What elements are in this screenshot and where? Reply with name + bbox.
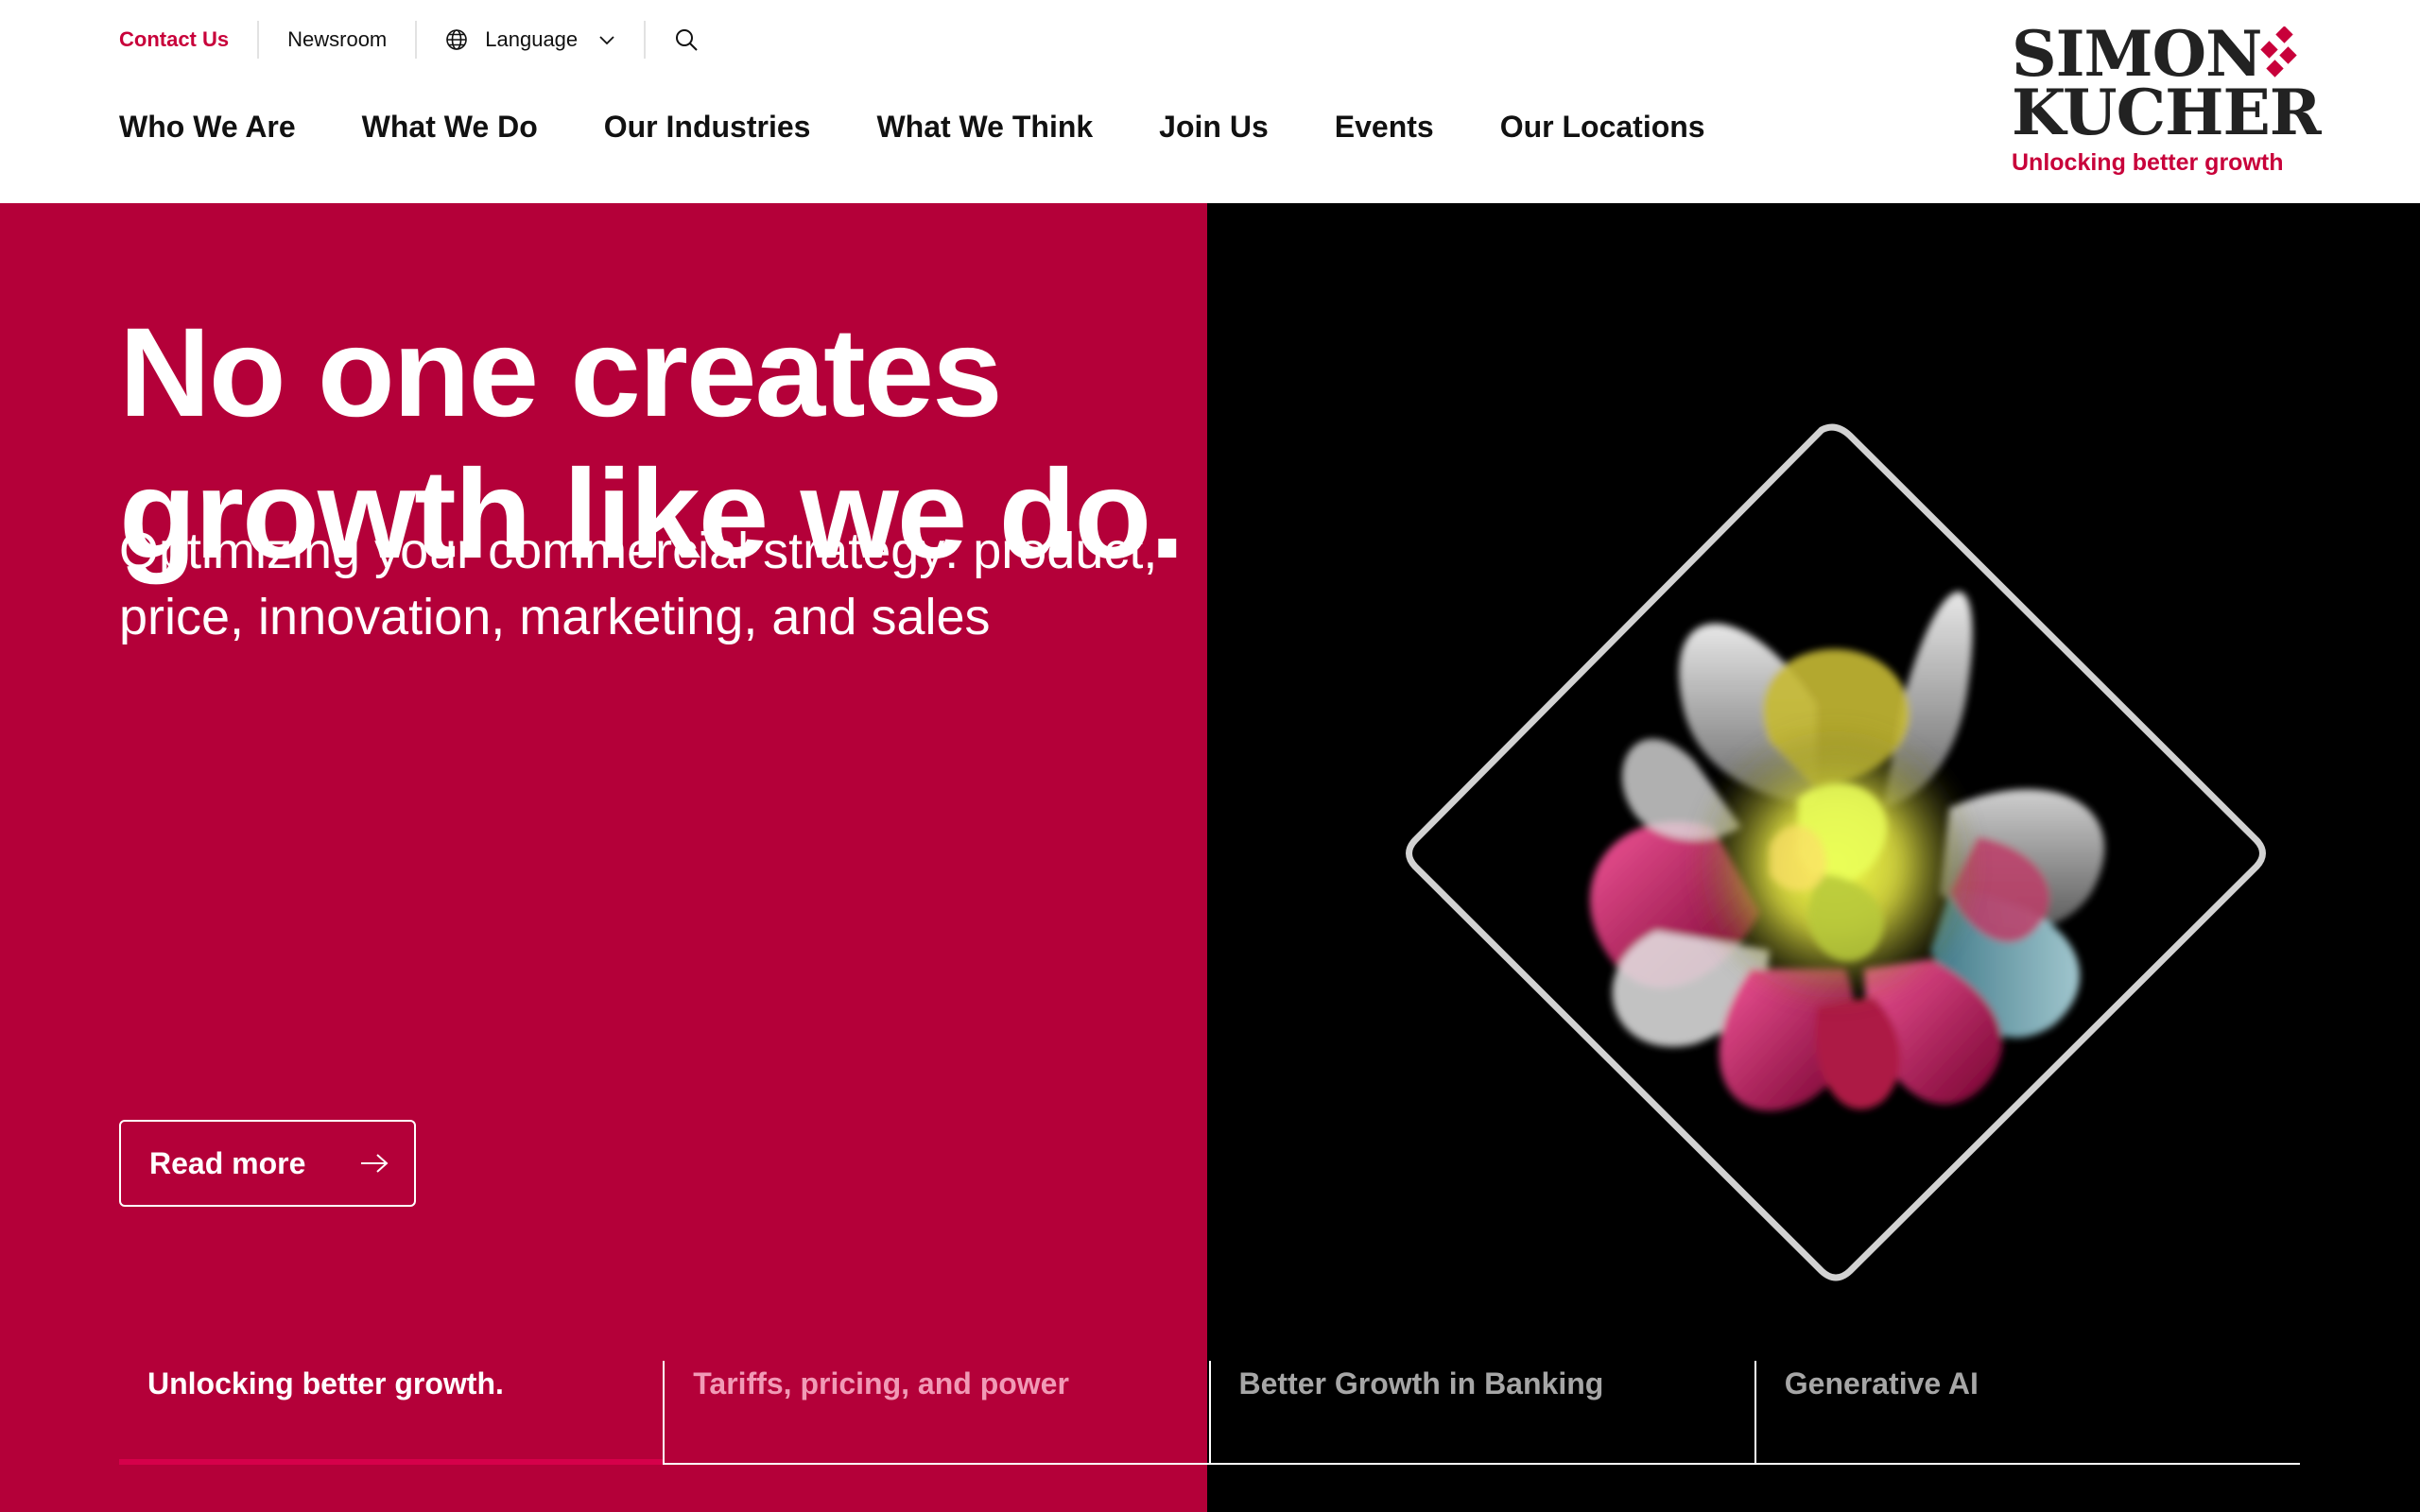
hero-subheadline: Optimizing your commercial strategy: pro… <box>119 523 1158 645</box>
read-more-button[interactable]: Read more <box>119 1120 416 1207</box>
carousel-tab-tariffs[interactable]: Tariffs, pricing, and power <box>663 1361 1208 1463</box>
arrow-right-icon <box>361 1154 389 1173</box>
logo-diamond-icon <box>2260 26 2297 77</box>
utility-bar: Contact Us Newsroom Language <box>119 21 727 59</box>
carousel-tab-label: Better Growth in Banking <box>1238 1366 1604 1400</box>
carousel-progress-bar <box>119 1459 664 1465</box>
site-header: Contact Us Newsroom Language Who We Are … <box>0 0 2420 203</box>
carousel-tab-unlocking-growth[interactable]: Unlocking better growth. <box>119 1361 664 1465</box>
carousel-tab-banking[interactable]: Better Growth in Banking <box>1208 1361 1754 1463</box>
newsroom-link[interactable]: Newsroom <box>259 21 418 59</box>
simon-kucher-logo[interactable]: SIMON KUCHER Unlocking better growth <box>2012 23 2322 176</box>
language-label: Language <box>485 27 579 51</box>
contact-us-label: Contact Us <box>119 27 230 51</box>
logo-line-2: KUCHER <box>2012 76 2322 149</box>
carousel-tab-label: Tariffs, pricing, and power <box>693 1366 1069 1400</box>
search-button[interactable] <box>646 21 727 59</box>
carousel-tab-label: Generative AI <box>1784 1366 1979 1400</box>
globe-icon <box>446 29 468 50</box>
chevron-down-icon <box>599 36 614 45</box>
nav-who-we-are[interactable]: Who We Are <box>119 110 296 145</box>
main-nav: Who We Are What We Do Our Industries Wha… <box>119 110 1705 145</box>
read-more-label: Read more <box>149 1145 306 1180</box>
nav-our-locations[interactable]: Our Locations <box>1500 110 1705 145</box>
hero-flower-artwork <box>1406 423 2266 1281</box>
hero-image-panel <box>1207 203 2420 1512</box>
nav-join-us[interactable]: Join Us <box>1159 110 1269 145</box>
language-selector[interactable]: Language <box>417 21 647 59</box>
nav-our-industries[interactable]: Our Industries <box>604 110 811 145</box>
newsroom-label: Newsroom <box>287 27 388 51</box>
carousel-tab-generative-ai[interactable]: Generative AI <box>1754 1361 2300 1463</box>
carousel-tab-label: Unlocking better growth. <box>147 1366 504 1400</box>
headline-line-1: No one creates <box>119 302 1003 443</box>
nav-what-we-think[interactable]: What We Think <box>876 110 1093 145</box>
nav-events[interactable]: Events <box>1335 110 1434 145</box>
nav-what-we-do[interactable]: What We Do <box>362 110 538 145</box>
logo-tagline: Unlocking better growth <box>2012 149 2284 176</box>
hero-carousel-tabs: Unlocking better growth. Tariffs, pricin… <box>119 1361 2300 1465</box>
contact-us-link[interactable]: Contact Us <box>119 21 260 59</box>
search-icon <box>676 29 698 51</box>
